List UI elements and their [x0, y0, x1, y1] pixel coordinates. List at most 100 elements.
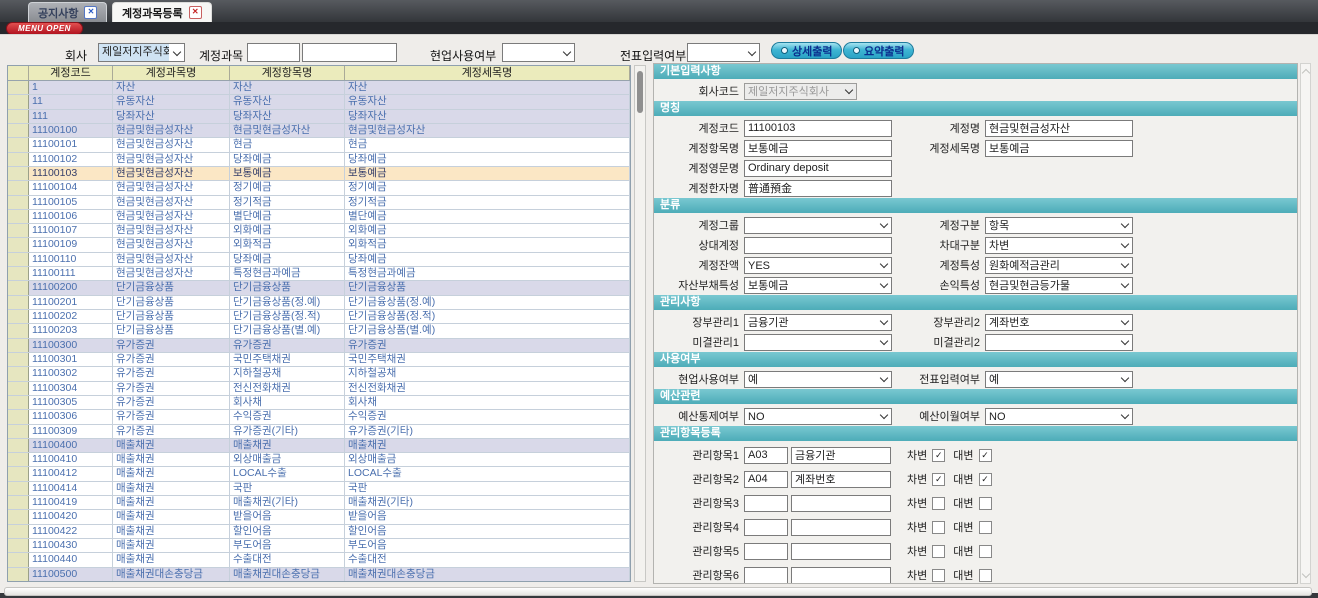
- company-select[interactable]: 제일저지주식회사: [98, 43, 185, 62]
- table-row[interactable]: 11100305유가증권회사채회사채: [8, 396, 630, 410]
- chevron-down-icon[interactable]: [1302, 570, 1310, 578]
- field-input[interactable]: [744, 237, 892, 254]
- table-row[interactable]: 11100202단기금융상품단기금융상품(정.적)단기금융상품(정.적): [8, 310, 630, 324]
- table-row[interactable]: 11100440매출채권수출대전수출대전: [8, 553, 630, 567]
- row-gutter[interactable]: [8, 310, 29, 323]
- item-code-input[interactable]: [744, 447, 788, 464]
- chevron-down-icon[interactable]: [559, 44, 574, 61]
- detail-print-button[interactable]: 상세출력: [771, 42, 842, 59]
- table-row[interactable]: 11100203단기금융상품단기금융상품(별.예)단기금융상품(별.예): [8, 324, 630, 338]
- credit-checkbox[interactable]: [979, 497, 992, 510]
- row-gutter[interactable]: [8, 539, 29, 552]
- chevron-down-icon[interactable]: [876, 278, 891, 293]
- table-row[interactable]: 11100301유가증권국민주택채권국민주택채권: [8, 353, 630, 367]
- chevron-down-icon[interactable]: [1117, 218, 1132, 233]
- row-gutter[interactable]: [8, 181, 29, 194]
- chevron-down-icon[interactable]: [841, 84, 856, 99]
- tab-account-registration[interactable]: 계정과목등록 ✕: [112, 2, 212, 22]
- table-row[interactable]: 11100107현금및현금성자산외화예금외화예금: [8, 224, 630, 238]
- table-row[interactable]: 11100200단기금융상품단기금융상품단기금융상품: [8, 281, 630, 295]
- tab-notice[interactable]: 공지사항 ✕: [28, 2, 107, 22]
- grid-header-code[interactable]: 계정코드: [29, 66, 113, 80]
- row-gutter[interactable]: [8, 95, 29, 108]
- row-gutter[interactable]: [8, 81, 29, 94]
- table-row[interactable]: 11100306유가증권수익증권수익증권: [8, 410, 630, 424]
- field-input[interactable]: [744, 180, 892, 197]
- field-input[interactable]: [744, 120, 892, 137]
- row-gutter[interactable]: [8, 525, 29, 538]
- chevron-down-icon[interactable]: [1117, 278, 1132, 293]
- table-row[interactable]: 11100410매출채권외상매출금외상매출금: [8, 453, 630, 467]
- chevron-down-icon[interactable]: [744, 44, 759, 61]
- row-gutter[interactable]: [8, 467, 29, 480]
- chevron-down-icon[interactable]: [876, 315, 891, 330]
- item-name-input[interactable]: [791, 447, 891, 464]
- close-icon[interactable]: ✕: [189, 6, 202, 19]
- field-input[interactable]: [744, 160, 892, 177]
- table-row[interactable]: 1자산자산자산: [8, 81, 630, 95]
- table-row[interactable]: 11유동자산유동자산유동자산: [8, 95, 630, 109]
- chevron-down-icon[interactable]: [1117, 335, 1132, 350]
- row-gutter[interactable]: [8, 510, 29, 523]
- chevron-down-icon[interactable]: [1117, 409, 1132, 424]
- table-row[interactable]: 11100412매출채권LOCAL수출LOCAL수출: [8, 467, 630, 481]
- table-row[interactable]: 11100105현금및현금성자산정기적금정기적금: [8, 196, 630, 210]
- chevron-down-icon[interactable]: [876, 372, 891, 387]
- table-row[interactable]: 11100101현금및현금성자산현금현금: [8, 138, 630, 152]
- row-gutter[interactable]: [8, 138, 29, 151]
- chevron-down-icon[interactable]: [1117, 372, 1132, 387]
- field-select[interactable]: NO: [985, 408, 1133, 425]
- field-select[interactable]: 보통예금: [744, 277, 892, 294]
- table-row[interactable]: 11100109현금및현금성자산외화적금외화적금: [8, 238, 630, 252]
- grid-header-subject[interactable]: 계정과목명: [113, 66, 230, 80]
- item-name-input[interactable]: [791, 519, 891, 536]
- row-gutter[interactable]: [8, 324, 29, 337]
- debit-checkbox[interactable]: ✓: [932, 449, 945, 462]
- row-gutter[interactable]: [8, 425, 29, 438]
- item-name-input[interactable]: [791, 471, 891, 488]
- scrollbar-thumb[interactable]: [637, 71, 643, 113]
- field-select[interactable]: 차변: [985, 237, 1133, 254]
- credit-checkbox[interactable]: ✓: [979, 473, 992, 486]
- row-gutter[interactable]: [8, 296, 29, 309]
- chevron-down-icon[interactable]: [1117, 258, 1132, 273]
- table-row[interactable]: 11100420매출채권받을어음받을어음: [8, 510, 630, 524]
- voucher-entry-select[interactable]: [687, 43, 760, 62]
- item-code-input[interactable]: [744, 519, 788, 536]
- panel-scrollbar[interactable]: [1300, 63, 1311, 584]
- row-gutter[interactable]: [8, 453, 29, 466]
- field-select[interactable]: [744, 334, 892, 351]
- chevron-up-icon[interactable]: [1302, 69, 1310, 77]
- chevron-down-icon[interactable]: [876, 258, 891, 273]
- account-name-input[interactable]: [302, 43, 397, 62]
- item-name-input[interactable]: [791, 495, 891, 512]
- table-row[interactable]: 11100309유가증권유가증권(기타)유가증권(기타): [8, 425, 630, 439]
- field-select[interactable]: 항목: [985, 217, 1133, 234]
- row-gutter[interactable]: [8, 281, 29, 294]
- debit-checkbox[interactable]: ✓: [932, 473, 945, 486]
- debit-checkbox[interactable]: [932, 497, 945, 510]
- row-gutter[interactable]: [8, 253, 29, 266]
- item-name-input[interactable]: [791, 567, 891, 584]
- row-gutter[interactable]: [8, 396, 29, 409]
- item-code-input[interactable]: [744, 543, 788, 560]
- field-select[interactable]: 원화예적금관리: [985, 257, 1133, 274]
- table-row[interactable]: 11100104현금및현금성자산정기예금정기예금: [8, 181, 630, 195]
- field-select[interactable]: 금융기관: [744, 314, 892, 331]
- chevron-down-icon[interactable]: [169, 44, 184, 61]
- row-gutter[interactable]: [8, 210, 29, 223]
- field-select[interactable]: 예: [985, 371, 1133, 388]
- account-code-input[interactable]: [247, 43, 300, 62]
- table-row[interactable]: 11100103현금및현금성자산보통예금보통예금: [8, 167, 630, 181]
- field-select[interactable]: [744, 217, 892, 234]
- grid-header-detail[interactable]: 계정세목명: [345, 66, 630, 80]
- table-row[interactable]: 11100304유가증권전신전화채권전신전화채권: [8, 382, 630, 396]
- table-row[interactable]: 11100500매출채권대손충당금매출채권대손충당금매출채권대손충당금: [8, 568, 630, 582]
- credit-checkbox[interactable]: [979, 521, 992, 534]
- row-gutter[interactable]: [8, 339, 29, 352]
- grid-header-item[interactable]: 계정항목명: [230, 66, 345, 80]
- row-gutter[interactable]: [8, 568, 29, 581]
- field-input[interactable]: [985, 140, 1133, 157]
- row-gutter[interactable]: [8, 110, 29, 123]
- chevron-down-icon[interactable]: [876, 409, 891, 424]
